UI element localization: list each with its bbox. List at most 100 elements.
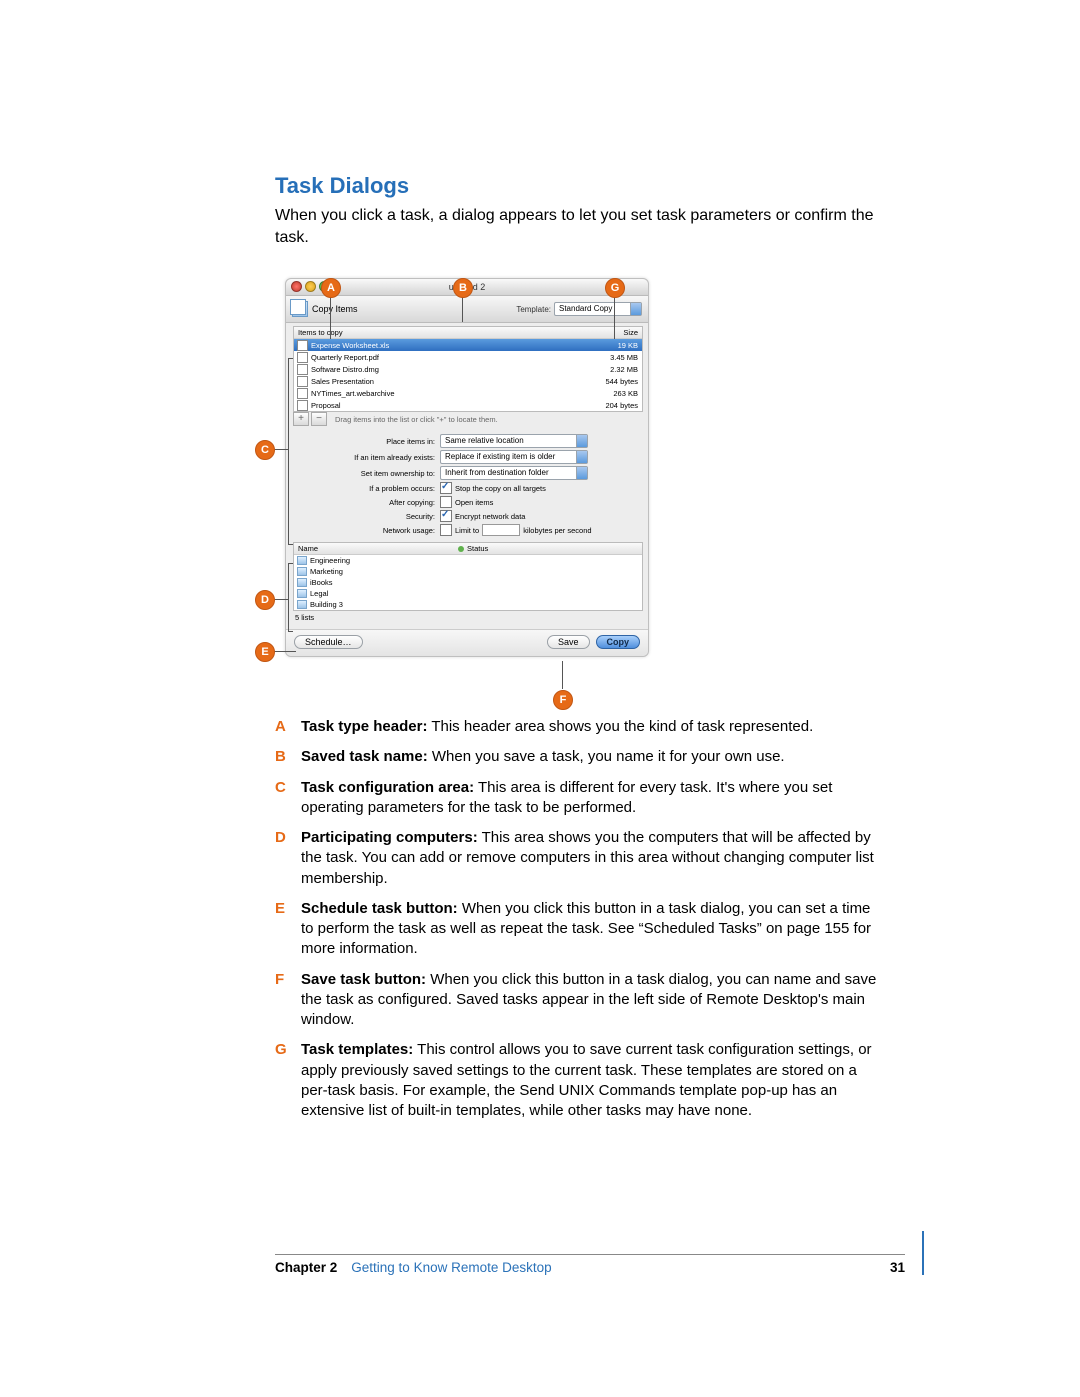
definition-row: GTask templates: This control allows you… [275, 1040, 880, 1121]
definition-term: Save task button: [301, 971, 426, 988]
items-hint: Drag items into the list or click "+" to… [335, 415, 498, 424]
computer-name: Building 3 [310, 600, 343, 609]
opt-problem-checkbox[interactable] [440, 482, 452, 494]
file-icon [297, 388, 308, 399]
definition-letter: E [275, 899, 301, 960]
definition-letter: D [275, 828, 301, 889]
opt-netuse-field[interactable] [482, 524, 520, 536]
file-name: NYTimes_art.webarchive [311, 389, 580, 398]
file-size: 204 bytes [580, 401, 642, 410]
remove-item-button[interactable]: − [311, 412, 327, 426]
task-dialog-figure: A B G C D E F untitled 2 [285, 278, 665, 657]
definition-term: Task type header: [301, 718, 427, 735]
page-edge-accent [922, 1231, 924, 1275]
definition-row: BSaved task name: When you save a task, … [275, 747, 880, 767]
page-footer: Chapter 2 Getting to Know Remote Desktop… [275, 1254, 905, 1275]
file-name: Software Distro.dmg [311, 365, 580, 374]
item-row[interactable]: NYTimes_art.webarchive263 KB [294, 387, 642, 399]
file-icon [297, 400, 308, 411]
item-row[interactable]: Software Distro.dmg2.32 MB [294, 363, 642, 375]
opt-exists-select[interactable]: Replace if existing item is older [440, 450, 588, 464]
opt-security-text: Encrypt network data [455, 512, 525, 521]
computer-icon [297, 556, 307, 565]
computers-col-status[interactable]: Status [454, 543, 642, 554]
task-type-header: Copy Items [312, 304, 358, 314]
schedule-button[interactable]: Schedule… [294, 635, 363, 649]
computer-icon [297, 578, 307, 587]
definition-row: ATask type header: This header area show… [275, 717, 880, 737]
opt-place-label: Place items in: [293, 437, 440, 446]
section-heading: Task Dialogs [275, 173, 880, 199]
opt-after-text: Open items [455, 498, 493, 507]
definition-term: Schedule task button: [301, 900, 458, 917]
file-size: 2.32 MB [580, 365, 642, 374]
computer-row[interactable]: Legal [294, 588, 642, 599]
file-size: 3.45 MB [580, 353, 642, 362]
computer-row[interactable]: Marketing [294, 566, 642, 577]
items-col-name[interactable]: Items to copy [294, 327, 576, 338]
close-icon[interactable] [291, 281, 302, 292]
opt-netuse-limit-text: Limit to [455, 526, 479, 535]
callout-E: E [255, 642, 275, 662]
definition-body: Task configuration area: This area is di… [301, 778, 880, 819]
opt-netuse-unit: kilobytes per second [523, 526, 591, 535]
definition-body: Task templates: This control allows you … [301, 1040, 880, 1121]
copy-items-icon [292, 301, 308, 317]
computers-col-name[interactable]: Name [294, 543, 454, 554]
definition-row: DParticipating computers: This area show… [275, 828, 880, 889]
opt-security-label: Security: [293, 512, 440, 521]
task-options: Place items in: Same relative location I… [293, 434, 641, 536]
save-button[interactable]: Save [547, 635, 590, 649]
file-icon [297, 376, 308, 387]
opt-after-label: After copying: [293, 498, 440, 507]
minimize-icon[interactable] [305, 281, 316, 292]
footer-page-number: 31 [890, 1260, 905, 1275]
definition-letter: A [275, 717, 301, 737]
file-icon [297, 340, 308, 351]
definition-letter: C [275, 778, 301, 819]
file-name: Proposal [311, 401, 580, 410]
definition-body: Saved task name: When you save a task, y… [301, 747, 880, 767]
copy-button[interactable]: Copy [596, 635, 641, 649]
callout-C: C [255, 440, 275, 460]
template-select[interactable]: Standard Copy [554, 302, 642, 316]
computer-icon [297, 567, 307, 576]
opt-owner-select[interactable]: Inherit from destination folder [440, 466, 588, 480]
computer-row[interactable]: Building 3 [294, 599, 642, 610]
file-icon [297, 352, 308, 363]
definition-letter: G [275, 1040, 301, 1121]
item-row[interactable]: Quarterly Report.pdf3.45 MB [294, 351, 642, 363]
computer-name: Engineering [310, 556, 350, 565]
file-size: 263 KB [580, 389, 642, 398]
item-row[interactable]: Proposal204 bytes [294, 399, 642, 411]
template-label: Template: [516, 305, 551, 314]
definition-text: This header area shows you the kind of t… [427, 718, 813, 735]
definition-letter: B [275, 747, 301, 767]
opt-after-checkbox[interactable] [440, 496, 452, 508]
computers-count: 5 lists [293, 611, 641, 624]
definition-row: ESchedule task button: When you click th… [275, 899, 880, 960]
computer-row[interactable]: iBooks [294, 577, 642, 588]
file-icon [297, 364, 308, 375]
item-row[interactable]: Expense Worksheet.xls19 KB [294, 339, 642, 351]
footer-chapter: Chapter 2 [275, 1260, 337, 1275]
participating-computers-table[interactable]: Name Status Engineering Marketing iBooks Le… [293, 542, 643, 611]
computer-row[interactable]: Engineering [294, 555, 642, 566]
items-to-copy-table[interactable]: Items to copy Size Expense Worksheet.xls… [293, 326, 643, 412]
opt-place-select[interactable]: Same relative location [440, 434, 588, 448]
item-row[interactable]: Sales Presentation544 bytes [294, 375, 642, 387]
computer-name: Marketing [310, 567, 343, 576]
opt-problem-text: Stop the copy on all targets [455, 484, 546, 493]
opt-exists-label: If an item already exists: [293, 453, 440, 462]
add-item-button[interactable]: + [293, 412, 309, 426]
footer-title: Getting to Know Remote Desktop [351, 1260, 890, 1275]
computer-name: Legal [310, 589, 328, 598]
opt-netuse-checkbox[interactable] [440, 524, 452, 536]
computer-name: iBooks [310, 578, 333, 587]
callout-F: F [553, 690, 573, 710]
items-col-size[interactable]: Size [576, 327, 642, 338]
opt-security-checkbox[interactable] [440, 510, 452, 522]
definition-row: FSave task button: When you click this b… [275, 970, 880, 1031]
callout-definitions: ATask type header: This header area show… [275, 717, 880, 1121]
file-name: Expense Worksheet.xls [311, 341, 580, 350]
